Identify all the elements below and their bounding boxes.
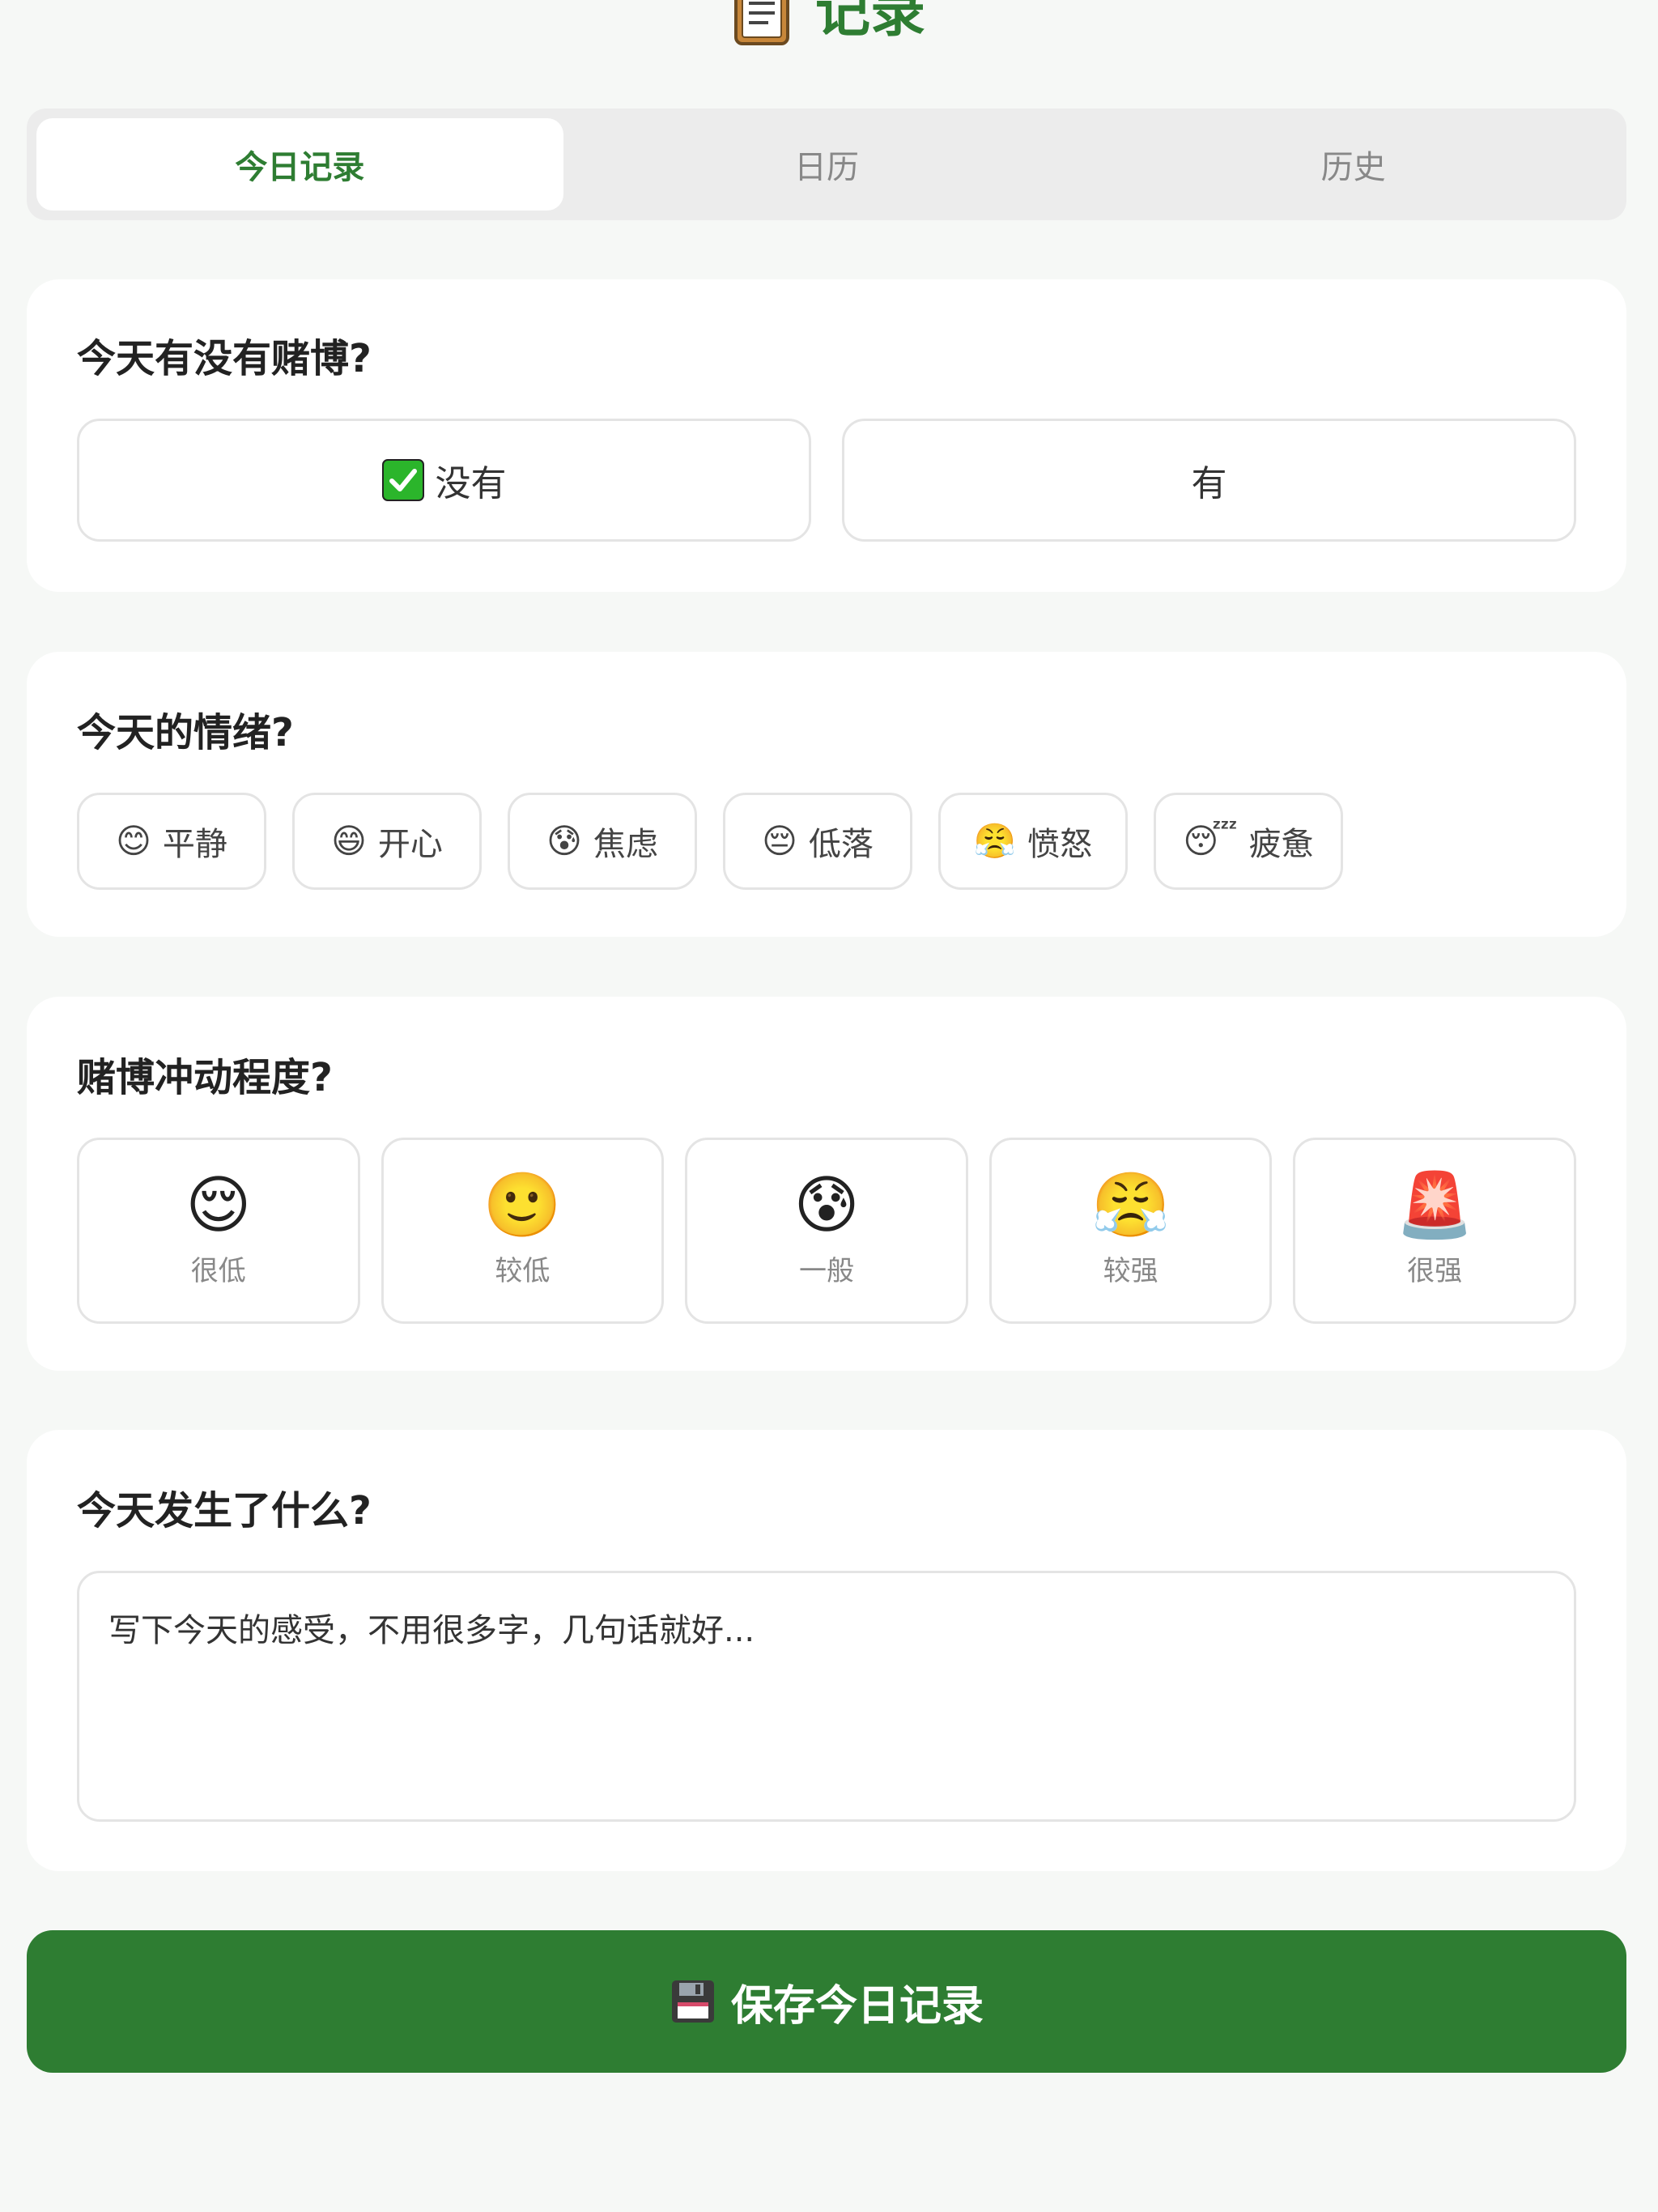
document-icon bbox=[733, 0, 789, 45]
mood-question: 今天的情绪? bbox=[77, 710, 294, 755]
smiling-face-icon: 😊 bbox=[116, 821, 151, 861]
mood-chip-calm[interactable]: 😊 平静 bbox=[77, 793, 266, 890]
mood-options: 😊 平静 😄 开心 😰 焦虑 😔 低落 😤 愤怒 😴 疲惫 bbox=[77, 793, 1343, 890]
save-record-button[interactable]: 保存今日记录 bbox=[27, 1930, 1626, 2073]
mood-chip-label: 焦虑 bbox=[593, 826, 658, 863]
pensive-face-icon: 😔 bbox=[762, 821, 797, 861]
journal-card: 今天发生了什么? bbox=[27, 1430, 1626, 1871]
journal-question: 今天发生了什么? bbox=[77, 1488, 372, 1534]
tab-history[interactable]: 历史 bbox=[1090, 118, 1617, 211]
slightly-smiling-face-icon: 🙂 bbox=[483, 1168, 562, 1242]
page-header: 记录 bbox=[0, 0, 1658, 50]
urge-level-label: 很强 bbox=[1407, 1254, 1463, 1287]
urge-question: 赌博冲动程度? bbox=[77, 1055, 333, 1100]
mood-chip-label: 疲惫 bbox=[1248, 826, 1314, 863]
urge-level-very-strong[interactable]: 🚨 很强 bbox=[1293, 1138, 1576, 1324]
steaming-face-icon: 😤 bbox=[1091, 1168, 1171, 1242]
mood-chip-down[interactable]: 😔 低落 bbox=[723, 793, 912, 890]
mood-chip-label: 愤怒 bbox=[1027, 826, 1093, 863]
tab-bar: 今日记录 日历 历史 bbox=[27, 108, 1626, 220]
journal-textarea[interactable] bbox=[77, 1571, 1576, 1822]
urge-level-very-low[interactable]: 😌 很低 bbox=[77, 1138, 360, 1324]
mood-chip-label: 开心 bbox=[377, 826, 443, 863]
yes-gamble-label: 有 bbox=[1191, 463, 1227, 504]
gamble-card: 今天有没有赌博? 没有 有 bbox=[27, 279, 1626, 592]
urge-level-strong[interactable]: 😤 较强 bbox=[988, 1138, 1273, 1324]
urge-level-low[interactable]: 🙂 较低 bbox=[380, 1138, 665, 1324]
no-gamble-label: 没有 bbox=[435, 463, 507, 504]
mood-chip-label: 低落 bbox=[808, 826, 874, 863]
tab-calendar[interactable]: 日历 bbox=[563, 118, 1090, 211]
anxious-face-icon: 😰 bbox=[793, 1168, 860, 1242]
yes-gamble-button[interactable]: 有 bbox=[842, 419, 1576, 542]
urge-level-label: 较强 bbox=[1103, 1254, 1158, 1287]
page-title: 记录 bbox=[814, 0, 925, 45]
gamble-question: 今天有没有赌博? bbox=[77, 336, 372, 381]
tab-today-record[interactable]: 今日记录 bbox=[36, 118, 563, 211]
check-mark-icon bbox=[381, 459, 424, 501]
angry-face-icon: 😤 bbox=[973, 821, 1017, 861]
record-page: 记录 今日记录 日历 历史 今天有没有赌博? 没有 有 今天的情绪? � bbox=[0, 0, 1658, 2212]
mood-chip-label: 平静 bbox=[162, 826, 227, 863]
relieved-face-icon: 😌 bbox=[185, 1168, 252, 1242]
urge-levels: 😌 很低 🙂 较低 😰 一般 😤 较强 🚨 很强 bbox=[77, 1138, 1576, 1324]
siren-icon: 🚨 bbox=[1395, 1168, 1474, 1242]
grinning-face-icon: 😄 bbox=[331, 821, 367, 861]
urge-card: 赌博冲动程度? 😌 很低 🙂 较低 😰 一般 😤 较强 🚨 很强 bbox=[27, 997, 1626, 1371]
sleeping-face-icon: 😴 bbox=[1183, 821, 1238, 861]
mood-chip-anxious[interactable]: 😰 焦虑 bbox=[508, 793, 697, 890]
urge-level-label: 一般 bbox=[798, 1254, 854, 1287]
mood-chip-angry[interactable]: 😤 愤怒 bbox=[938, 793, 1128, 890]
anxious-face-icon: 😰 bbox=[546, 821, 582, 861]
urge-level-label: 较低 bbox=[495, 1254, 551, 1287]
mood-chip-happy[interactable]: 😄 开心 bbox=[292, 793, 482, 890]
gamble-options: 没有 有 bbox=[77, 419, 1576, 542]
mood-chip-tired[interactable]: 😴 疲惫 bbox=[1154, 793, 1343, 890]
urge-level-label: 很低 bbox=[190, 1254, 246, 1287]
mood-card: 今天的情绪? 😊 平静 😄 开心 😰 焦虑 😔 低落 😤 愤怒 😴 疲惫 bbox=[27, 652, 1626, 937]
floppy-disk-icon bbox=[671, 1980, 714, 2023]
save-button-label: 保存今日记录 bbox=[730, 1982, 984, 2030]
no-gamble-button[interactable]: 没有 bbox=[77, 419, 811, 542]
urge-level-medium[interactable]: 😰 一般 bbox=[685, 1138, 968, 1324]
